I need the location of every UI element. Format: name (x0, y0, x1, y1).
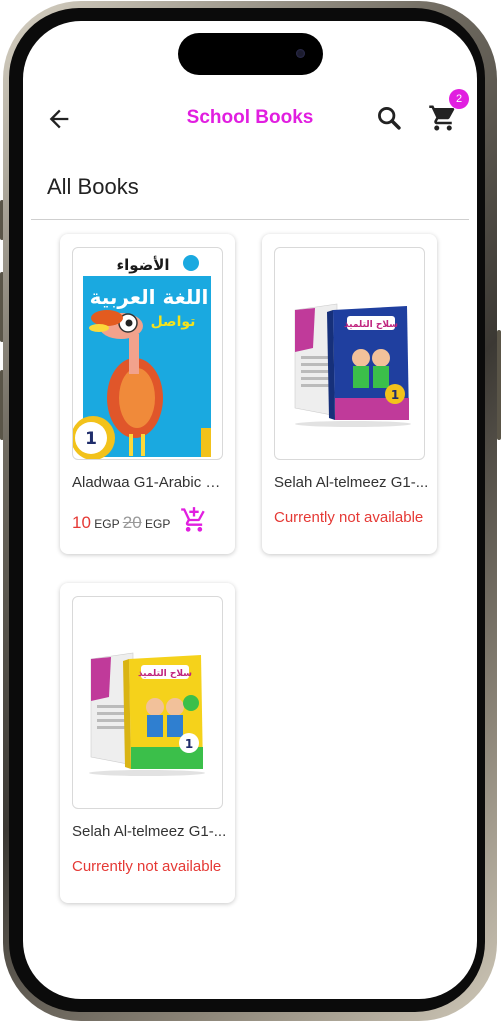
product-price-row: 10 EGP 20 EGP (72, 513, 170, 533)
product-card[interactable]: سلاح التلميذ 1 Selah Al-telmeez G1-... C… (262, 234, 437, 554)
search-button[interactable] (375, 104, 403, 132)
search-icon (378, 107, 401, 130)
page-title: School Books (186, 107, 314, 128)
section-title: All Books (47, 174, 139, 199)
product-name[interactable]: Aladwaa G1-Arabic B... (72, 474, 227, 491)
app-bar: School Books 2 (23, 89, 477, 141)
phone-screen: School Books 2 All Books الأضواء اللغة ا… (23, 21, 477, 999)
book-cover-aladwaa: الأضواء اللغة العربية تواصل 1 (73, 250, 211, 459)
device-stage: School Books 2 All Books الأضواء اللغة ا… (0, 0, 501, 1024)
camera-icon (296, 49, 305, 58)
add-to-cart-button[interactable] (180, 506, 208, 534)
section-divider (31, 219, 469, 220)
current-price: 10 (72, 513, 91, 532)
dynamic-island (178, 33, 323, 75)
availability-status: Currently not available (274, 509, 424, 526)
cover-grade: 1 (85, 429, 97, 449)
product-image[interactable]: الأضواء اللغة العربية تواصل 1 (72, 247, 223, 460)
product-name[interactable]: Selah Al-telmeez G1-... (72, 823, 227, 840)
product-card[interactable]: الأضواء اللغة العربية تواصل 1 Aladwaa G1… (60, 234, 235, 554)
availability-status: Currently not available (72, 858, 222, 875)
product-card[interactable]: سلاح التلميذ 1 Selah Al-telmeez G1-... C… (60, 583, 235, 903)
power-button (497, 330, 501, 440)
old-price: 20 (122, 513, 142, 532)
old-price-currency: EGP (145, 517, 171, 531)
cover-title: سلاح التلميذ (138, 669, 192, 679)
product-image[interactable]: سلاح التلميذ 1 (72, 596, 223, 809)
product-image[interactable]: سلاح التلميذ 1 (274, 247, 425, 460)
product-name[interactable]: Selah Al-telmeez G1-... (274, 474, 429, 491)
cart-count-badge: 2 (449, 89, 469, 109)
add-shopping-cart-icon (181, 507, 205, 532)
cover-subtitle: تواصل (151, 314, 196, 330)
current-price-currency: EGP (94, 517, 120, 531)
cover-title: سلاح التلميذ (344, 320, 398, 330)
book-cover-selah-blue: سلاح التلميذ 1 (294, 303, 411, 427)
book-cover-selah-yellow: سلاح التلميذ 1 (89, 652, 205, 776)
cover-title: اللغة العربية (90, 285, 209, 309)
cover-publisher: الأضواء (116, 256, 169, 274)
cover-grade: 1 (391, 388, 399, 402)
cover-grade: 1 (185, 737, 193, 751)
